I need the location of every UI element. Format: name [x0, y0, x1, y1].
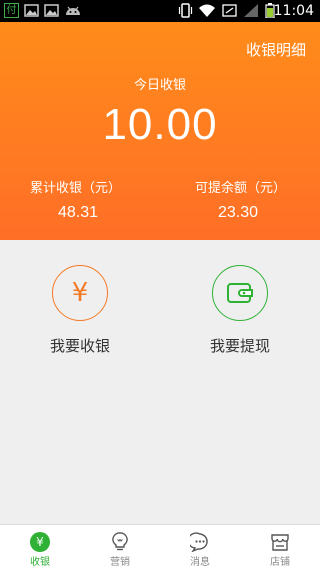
withdrawable-balance-value: 23.30 [218, 204, 259, 221]
cash-detail-link[interactable]: 收银明细 [246, 39, 306, 60]
wechat-pay-notification-icon: 付 [4, 3, 19, 18]
status-bar: 付 11:04 [0, 0, 320, 22]
signal-icon [244, 4, 258, 17]
wallet-circle-icon [212, 265, 268, 321]
yen-glyph: ¥ [71, 278, 89, 308]
notification-glyph: 付 [6, 5, 17, 16]
total-revenue-label: 累计收银（元） [30, 181, 122, 196]
total-revenue-value: 48.31 [58, 204, 99, 221]
wifi-icon [199, 4, 215, 17]
tab-messages-label: 消息 [190, 557, 210, 568]
chat-bubble-icon [189, 532, 211, 552]
withdrawable-balance-label: 可提余额（元） [195, 181, 287, 196]
collect-payment-label: 我要收银 [49, 337, 110, 355]
tab-messages[interactable]: 消息 [160, 525, 240, 570]
tab-cashier-label: 收银 [30, 557, 50, 568]
tab-store-label: 店铺 [270, 557, 290, 568]
image-icon [24, 4, 39, 17]
status-time: 11:04 [273, 3, 314, 19]
yen-tab-badge: ¥ [30, 532, 50, 552]
yen-tab-icon: ¥ [29, 532, 51, 552]
android-icon [66, 6, 80, 15]
bottom-tab-bar: ¥ 收银 营销 消息 店铺 [0, 524, 320, 570]
image-icon [44, 4, 59, 17]
wallet-icon [227, 283, 253, 303]
tab-cashier[interactable]: ¥ 收银 [0, 525, 80, 570]
tab-marketing-label: 营销 [110, 557, 130, 568]
today-revenue-label: 今日收银 [133, 78, 186, 93]
vibrate-icon [178, 3, 193, 18]
tab-marketing[interactable]: 营销 [80, 525, 160, 570]
withdraw-label: 我要提现 [209, 337, 270, 355]
today-revenue-amount: 10.00 [102, 100, 218, 149]
data-icon [222, 4, 237, 17]
lightbulb-icon [109, 532, 131, 552]
tab-store[interactable]: 店铺 [240, 525, 320, 570]
yen-circle-icon: ¥ [52, 265, 108, 321]
store-icon [269, 532, 291, 552]
withdraw-button[interactable]: 我要提现 [185, 265, 295, 356]
revenue-header: 收银明细 今日收银 10.00 累计收银（元） 48.31 可提余额（元） 23… [0, 22, 320, 240]
collect-payment-button[interactable]: ¥ 我要收银 [25, 265, 135, 356]
